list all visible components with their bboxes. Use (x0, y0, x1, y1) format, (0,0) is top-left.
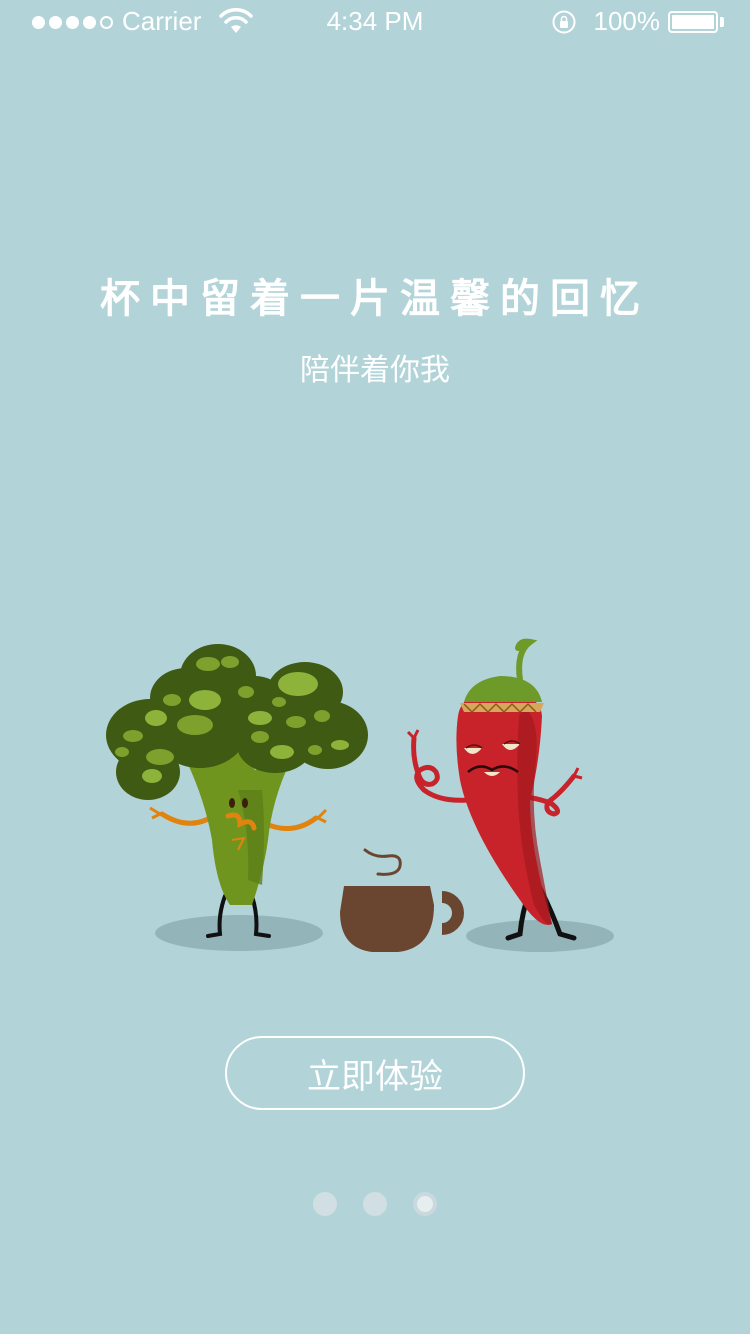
broccoli-shadow (155, 915, 323, 951)
page-dot-2[interactable] (363, 1192, 387, 1216)
page-dot-1[interactable] (313, 1192, 337, 1216)
broccoli-character (106, 644, 368, 938)
illustration (106, 638, 614, 952)
chili-character (406, 638, 583, 941)
coffee-cup (340, 848, 464, 952)
page-dot-3-active[interactable] (413, 1192, 437, 1216)
start-experience-button[interactable]: 立即体验 (225, 1036, 525, 1110)
chili-shadow (466, 920, 614, 952)
page-indicator[interactable] (0, 1192, 750, 1216)
